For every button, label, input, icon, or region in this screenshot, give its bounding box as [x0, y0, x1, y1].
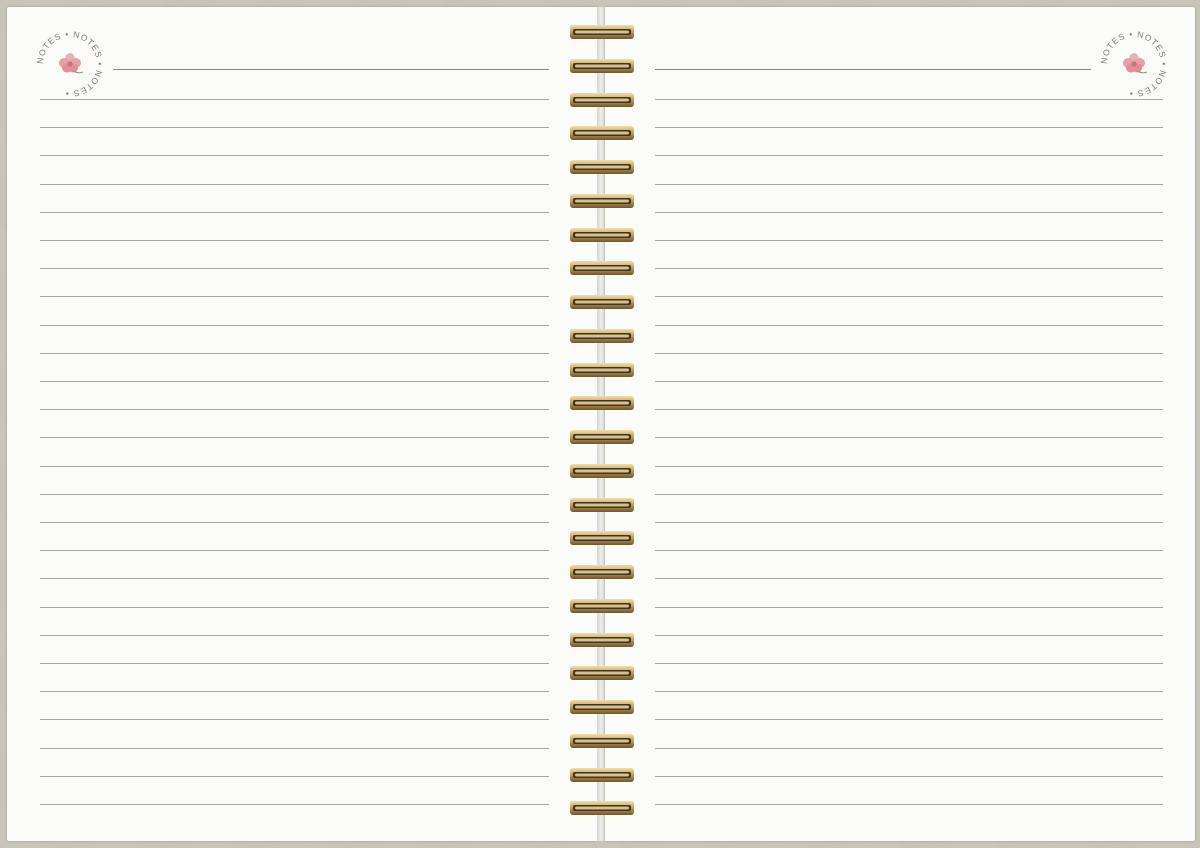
ruled-line [655, 663, 1163, 664]
ruled-line [655, 606, 1163, 608]
spiral-ring [569, 429, 635, 445]
ruled-line [655, 183, 1163, 185]
spiral-ring [569, 530, 635, 546]
ruled-line [655, 465, 1163, 467]
ruled-line [40, 352, 549, 354]
ruled-line [655, 747, 1163, 749]
flower-icon [1123, 53, 1148, 74]
ruled-line [40, 183, 549, 185]
ruled-line [40, 155, 549, 157]
spiral-ring [569, 294, 635, 310]
ruled-line [40, 493, 549, 495]
ruled-line [40, 663, 549, 664]
notes-stamp: NOTES • NOTES • NOTES • [1097, 27, 1171, 101]
ruled-line [655, 522, 1163, 523]
ruled-line [40, 691, 549, 693]
spiral-ring [569, 632, 635, 648]
ruled-line [40, 578, 549, 580]
ruled-line [655, 775, 1163, 777]
ruled-line [655, 804, 1163, 805]
ruled-line [655, 99, 1163, 100]
ruled-line [40, 409, 549, 411]
spiral-ring [569, 463, 635, 479]
ruled-line [655, 211, 1163, 213]
ruled-line [655, 493, 1163, 495]
spiral-ring [569, 497, 635, 513]
spiral-ring [569, 699, 635, 715]
notes-stamp-graphic: NOTES • NOTES • NOTES • [1099, 29, 1168, 99]
ruled-line [655, 268, 1163, 270]
ruled-line [40, 99, 549, 100]
ruled-line [655, 550, 1163, 552]
ruled-line [40, 550, 549, 552]
ruled-line [40, 127, 549, 129]
ruled-line [40, 606, 549, 608]
ruled-line [40, 240, 549, 241]
spiral-ring [569, 800, 635, 816]
ruled-line [655, 409, 1163, 411]
ruled-line [655, 352, 1163, 354]
ruled-line [40, 775, 549, 777]
ruled-line [40, 634, 549, 636]
ruled-line [655, 578, 1163, 580]
notes-stamp: NOTES • NOTES • NOTES • [33, 27, 107, 101]
ruled-line [655, 437, 1163, 439]
spiral-ring [569, 193, 635, 209]
ruled-line [655, 155, 1163, 157]
spiral-ring [569, 564, 635, 580]
spiral-ring [569, 58, 635, 74]
spiral-ring [569, 395, 635, 411]
spiral-ring [569, 125, 635, 141]
ruled-line [40, 804, 549, 805]
ruled-line [40, 465, 549, 467]
ruled-line [655, 634, 1163, 636]
spiral-ring [569, 92, 635, 108]
ruled-line [40, 324, 549, 326]
notes-stamp-graphic: NOTES • NOTES • NOTES • [35, 29, 104, 99]
ruled-line [40, 719, 549, 721]
ruled-line [40, 296, 549, 298]
spiral-ring [569, 328, 635, 344]
ruled-line [40, 268, 549, 270]
ruled-line [655, 324, 1163, 326]
spiral-ring [569, 767, 635, 783]
ruled-line [40, 437, 549, 439]
right-page: NOTES • NOTES • NOTES • [605, 7, 1195, 841]
ruled-line [40, 381, 549, 382]
ruled-line [655, 127, 1163, 129]
ruled-line [40, 211, 549, 213]
spiral-ring [569, 260, 635, 276]
spiral-ring [569, 665, 635, 681]
ruled-line [40, 747, 549, 749]
ruled-line [655, 381, 1163, 382]
spiral-ring [569, 24, 635, 40]
ruled-line [655, 296, 1163, 298]
flower-icon [59, 53, 84, 74]
ruled-line [655, 240, 1163, 241]
ruled-line [40, 522, 549, 523]
spiral-ring [569, 159, 635, 175]
spiral-ring [569, 362, 635, 378]
ruled-line [655, 719, 1163, 721]
ruled-line [655, 691, 1163, 693]
spiral-ring [569, 598, 635, 614]
left-page: NOTES • NOTES • NOTES • [7, 7, 597, 841]
spiral-ring [569, 227, 635, 243]
page-header-line [113, 69, 549, 70]
spiral-ring [569, 733, 635, 749]
page-header-line [655, 69, 1091, 70]
